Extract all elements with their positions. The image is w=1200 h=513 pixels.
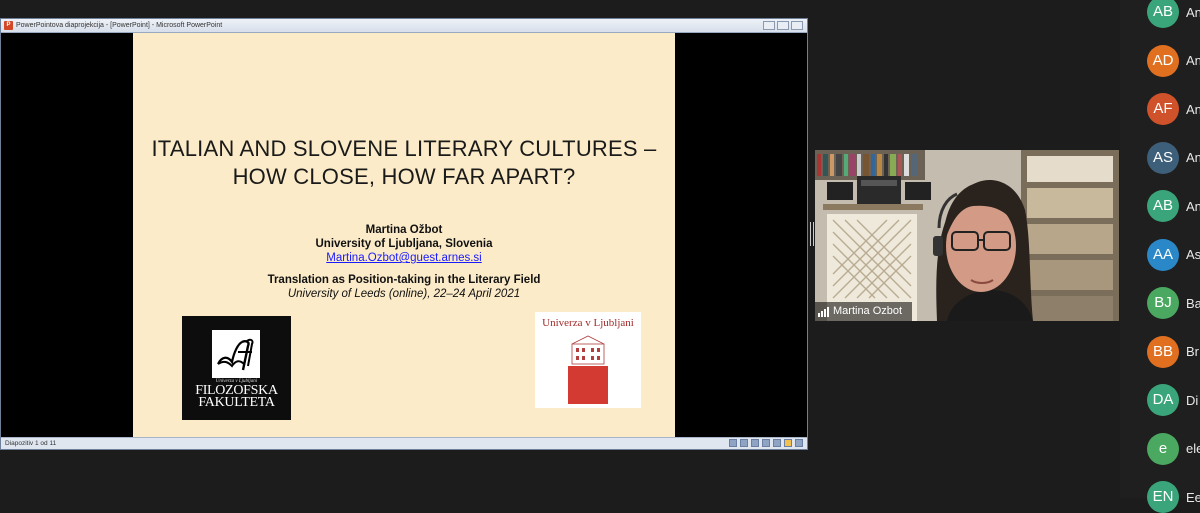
- signal-strength-icon: [818, 306, 829, 317]
- slide-canvas: ITALIAN AND SLOVENE LITERARY CULTURES – …: [133, 33, 675, 437]
- window-title: PowerPointova diaprojekcija - [PowerPoin…: [16, 22, 223, 29]
- avatar: AS: [1147, 141, 1179, 174]
- avatar: EN: [1147, 481, 1179, 513]
- close-button[interactable]: [791, 21, 803, 30]
- status-bar: Diapozitiv 1 od 11: [1, 437, 807, 449]
- participant-list-item[interactable]: AB An: [1147, 190, 1200, 222]
- participant-list-item[interactable]: AS An: [1147, 141, 1200, 174]
- slide-counter: Diapozitiv 1 od 11: [5, 440, 57, 447]
- faculty-logo: Univerza v Ljubljani FILOZOFSKA FAKULTET…: [182, 316, 291, 420]
- participant-list-item[interactable]: AA As: [1147, 238, 1200, 271]
- avatar: AA: [1147, 238, 1179, 271]
- participant-list-item[interactable]: BJ Ba: [1147, 287, 1200, 319]
- avatar: BJ: [1147, 287, 1179, 319]
- window-titlebar[interactable]: P PowerPointova diaprojekcija - [PowerPo…: [1, 19, 807, 33]
- participant-list-item[interactable]: AD An: [1147, 44, 1200, 77]
- participant-list-name: Br: [1186, 344, 1199, 359]
- participant-list-name: Ba: [1186, 295, 1200, 311]
- participant-name: Martina Ozbot: [833, 305, 903, 317]
- avatar: AB: [1147, 0, 1179, 28]
- participant-list-item[interactable]: e ele: [1147, 432, 1200, 465]
- avatar: AB: [1147, 190, 1179, 222]
- prev-slide-icon[interactable]: [729, 439, 737, 447]
- author-email-link[interactable]: Martina.Ozbot@guest.arnes.si: [326, 252, 482, 264]
- maximize-button[interactable]: [777, 21, 789, 30]
- minimize-button[interactable]: [763, 21, 775, 30]
- sorter-view-icon[interactable]: [773, 439, 781, 447]
- slide-title: ITALIAN AND SLOVENE LITERARY CULTURES – …: [133, 135, 675, 191]
- author-name: Martina Ožbot: [365, 224, 443, 236]
- participant-list-name: An: [1186, 4, 1200, 20]
- avatar: DA: [1147, 384, 1179, 416]
- university-logo-text: Univerza v Ljubljani: [542, 317, 634, 329]
- window-controls: [763, 21, 803, 30]
- author-affiliation: University of Ljubljana, Slovenia: [315, 238, 493, 250]
- participants-panel: AB An AD An AF An AS An AB An AA As BJ Ba BB Br DA Di e ele…: [1120, 0, 1200, 513]
- avatar: BB: [1147, 335, 1179, 368]
- participant-list-item[interactable]: AB An: [1147, 0, 1200, 28]
- faculty-logo-text: FILOZOFSKA FAKULTETA: [195, 383, 278, 410]
- slide-title-line2: HOW CLOSE, HOW FAR APART?: [232, 164, 576, 189]
- speaker-video-feed: [815, 150, 1119, 321]
- participant-list-name: An: [1186, 101, 1200, 117]
- participant-list-item[interactable]: AF An: [1147, 93, 1200, 125]
- conference-detail: University of Leeds (online), 22–24 Apri…: [287, 288, 521, 300]
- university-building-icon: [568, 335, 608, 404]
- author-block: Martina Ožbot University of Ljubljana, S…: [133, 223, 675, 301]
- menu-icon[interactable]: [740, 439, 748, 447]
- next-slide-icon[interactable]: [751, 439, 759, 447]
- avatar: AF: [1147, 93, 1179, 125]
- panel-splitter-handle[interactable]: [810, 222, 814, 246]
- participant-list-name: An: [1186, 150, 1200, 165]
- video-tile[interactable]: Martina Ozbot: [815, 150, 1119, 321]
- participant-list-name: An: [1186, 198, 1200, 214]
- participant-list-item[interactable]: EN Ee: [1147, 481, 1200, 513]
- powerpoint-icon: P: [4, 21, 13, 30]
- slide-title-line1: ITALIAN AND SLOVENE LITERARY CULTURES –: [151, 136, 657, 161]
- fit-window-icon[interactable]: [795, 439, 803, 447]
- university-logo: Univerza v Ljubljani: [535, 312, 641, 408]
- participant-name-tag: Martina Ozbot: [815, 302, 913, 321]
- faculty-emblem-icon: [212, 330, 260, 378]
- participant-list-name: Ee: [1186, 489, 1200, 505]
- participant-list-name: As: [1186, 247, 1200, 262]
- participant-list-item[interactable]: BB Br: [1147, 335, 1199, 368]
- participant-list-name: Di: [1186, 392, 1199, 408]
- participant-list-item[interactable]: DA Di: [1147, 384, 1198, 416]
- participant-list-name: An: [1186, 53, 1200, 68]
- normal-view-icon[interactable]: [762, 439, 770, 447]
- avatar: AD: [1147, 44, 1179, 77]
- avatar: e: [1147, 432, 1179, 465]
- powerpoint-window: P PowerPointova diaprojekcija - [PowerPo…: [0, 18, 808, 450]
- conference-name: Translation as Position-taking in the Li…: [267, 274, 541, 286]
- view-controls: [729, 439, 803, 447]
- participant-list-name: ele: [1186, 441, 1200, 456]
- slideshow-view-icon[interactable]: [784, 439, 792, 447]
